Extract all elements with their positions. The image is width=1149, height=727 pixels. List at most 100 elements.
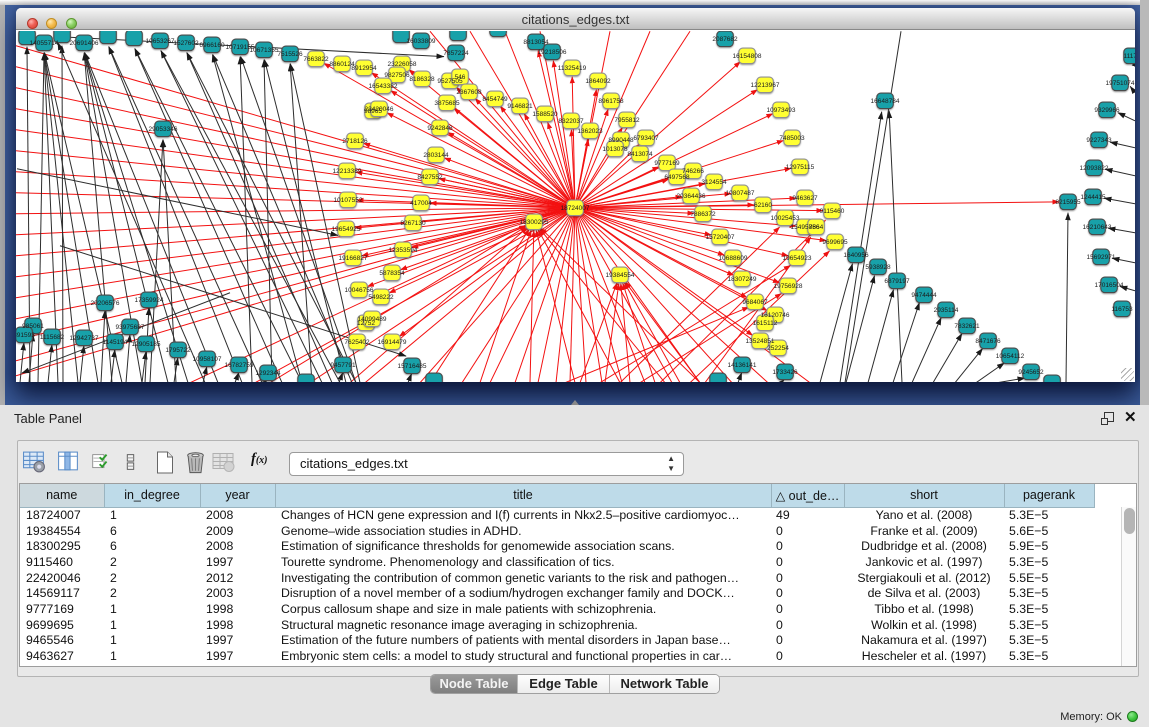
svg-text:3875685: 3875685 [434,100,460,107]
svg-text:8186328: 8186328 [409,76,435,83]
svg-text:9242848: 9242848 [427,125,453,132]
svg-text:6966160: 6966160 [199,42,225,49]
svg-text:16210643: 16210643 [1083,224,1112,231]
svg-text:29053346: 29053346 [149,126,178,133]
svg-text:18307249: 18307249 [728,276,757,283]
svg-text:9146821: 9146821 [507,103,533,110]
svg-text:3124554: 3124554 [701,179,727,186]
svg-text:19654925: 19654925 [332,226,361,233]
svg-text:9463627: 9463627 [792,195,818,202]
svg-text:23226058: 23226058 [388,61,417,68]
svg-text:12213389: 12213389 [333,168,362,175]
svg-text:18300295: 18300295 [520,219,549,226]
svg-text:1640956: 1640956 [843,252,869,259]
svg-text:14099489: 14099489 [358,316,387,323]
svg-text:10688609: 10688609 [719,255,748,262]
svg-text:16543382: 16543382 [369,83,398,90]
svg-text:2803144: 2803144 [423,152,449,159]
svg-text:1013078: 1013078 [602,146,628,153]
svg-text:9329966: 9329966 [1094,107,1120,114]
svg-text:15716485: 15716485 [398,363,427,370]
svg-text:11325419: 11325419 [558,65,587,72]
svg-text:17359924: 17359924 [135,297,164,304]
svg-text:116753: 116753 [1111,306,1133,313]
svg-text:16033809: 16033809 [407,38,436,45]
svg-text:9457791: 9457791 [330,362,356,369]
svg-text:6497568: 6497568 [664,174,690,181]
svg-text:2718126: 2718126 [342,138,368,145]
svg-text:8322037: 8322037 [558,118,584,125]
svg-text:985061: 985061 [22,323,44,330]
svg-text:10807487: 10807487 [726,190,755,197]
svg-text:5938928: 5938928 [865,264,891,271]
svg-text:8961758: 8961758 [598,98,624,105]
svg-text:9777169: 9777169 [654,160,680,167]
svg-text:19166827: 19166827 [339,255,368,262]
svg-text:9827506: 9827506 [384,72,410,79]
svg-text:62160: 62160 [754,202,772,209]
svg-text:8813054: 8813054 [523,39,549,46]
svg-text:8990448: 8990448 [608,137,634,144]
svg-text:8454749: 8454749 [482,96,508,103]
svg-text:10958107: 10958107 [193,356,222,363]
svg-text:16914479: 16914479 [378,339,407,346]
svg-text:7485003: 7485003 [779,135,805,142]
svg-text:9245652: 9245652 [1018,369,1044,376]
svg-text:10046756: 10046756 [345,287,374,294]
svg-text:11175: 11175 [1123,53,1135,60]
svg-text:20364436: 20364436 [677,193,706,200]
svg-text:16648784: 16648784 [871,98,900,105]
svg-text:20691406: 20691406 [70,40,99,47]
svg-text:12942737: 12942737 [70,335,99,342]
svg-text:12975115: 12975115 [786,164,815,171]
svg-text:9227343: 9227343 [1086,137,1112,144]
svg-text:8471676: 8471676 [975,338,1001,345]
svg-text:10107552: 10107552 [334,197,363,204]
svg-text:9699695: 9699695 [822,239,848,246]
svg-text:19218506: 19218506 [538,49,567,56]
svg-text:1292344: 1292344 [255,370,281,377]
svg-text:16154808: 16154808 [733,53,762,60]
svg-text:12353594: 12353594 [389,247,418,254]
svg-text:9684067: 9684067 [742,299,768,306]
svg-text:6793407: 6793407 [633,135,659,142]
svg-text:1527602: 1527602 [173,40,199,47]
svg-text:19384554: 19384554 [606,272,635,279]
svg-text:8215955: 8215955 [1055,199,1081,206]
svg-text:546: 546 [455,74,466,81]
svg-text:1733426: 1733426 [772,369,798,376]
svg-text:1145194: 1145194 [103,339,128,346]
svg-text:7886372: 7886372 [690,211,716,218]
svg-text:1588520: 1588520 [532,111,558,118]
svg-text:7832621: 7832621 [954,323,980,330]
svg-text:8427552: 8427552 [417,174,443,181]
svg-text:16120746: 16120746 [761,312,790,319]
svg-text:10025453: 10025453 [771,215,800,222]
svg-text:18724007: 18724007 [561,205,590,212]
svg-text:7515526: 7515526 [277,51,303,58]
svg-text:1115682: 1115682 [40,334,65,341]
svg-text:391593: 391593 [16,332,35,339]
svg-text:19751074: 19751074 [1106,80,1135,87]
svg-text:12905185: 12905185 [132,341,161,348]
svg-text:1615112: 1615112 [753,320,778,327]
svg-text:93975687: 93975687 [116,324,145,331]
svg-text:10653267: 10653267 [146,38,175,45]
svg-text:2367608: 2367608 [456,89,482,96]
svg-text:8267130: 8267130 [400,220,426,227]
svg-text:15720407: 15720407 [706,234,735,241]
svg-text:8864: 8864 [809,224,824,231]
svg-text:7955812: 7955812 [614,117,640,124]
svg-text:8912954: 8912954 [351,65,377,72]
svg-text:1362023: 1362023 [577,128,603,135]
svg-text:9115460: 9115460 [820,208,845,215]
svg-text:1795722: 1795722 [165,347,191,354]
svg-text:14055714: 14055714 [30,40,59,47]
svg-text:10671355: 10671355 [250,47,279,54]
svg-text:15692971: 15692971 [1087,254,1116,261]
svg-text:5878354: 5878354 [379,270,405,277]
svg-text:19654923: 19654923 [783,255,812,262]
svg-text:10654112: 10654112 [996,353,1025,360]
svg-text:1864092: 1864092 [585,78,611,85]
svg-text:7625402: 7625402 [344,339,370,346]
